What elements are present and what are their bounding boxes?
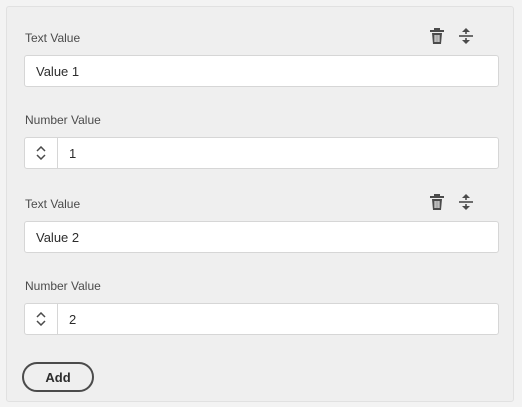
multifield-item: Text Value Number Value [7, 173, 513, 339]
move-vertical-icon[interactable] [457, 193, 475, 211]
text-value-field[interactable] [24, 221, 499, 253]
trash-icon[interactable] [428, 27, 446, 45]
number-value-stepper[interactable]: 2 [24, 303, 499, 335]
multifield-item: Text Value Number Value [7, 7, 513, 173]
number-value-field[interactable]: 2 [58, 304, 498, 334]
chevron-up-down-icon[interactable] [25, 138, 58, 168]
number-value-field[interactable]: 1 [58, 138, 498, 168]
text-value-label: Text Value [25, 197, 81, 211]
chevron-up-down-icon[interactable] [25, 304, 58, 334]
move-vertical-icon[interactable] [457, 27, 475, 45]
number-value-stepper[interactable]: 1 [24, 137, 499, 169]
number-value-label: Number Value [25, 113, 101, 127]
number-value-label: Number Value [25, 279, 101, 293]
text-value-field[interactable] [24, 55, 499, 87]
text-value-label: Text Value [25, 31, 81, 45]
multifield-panel: Text Value Number Value [6, 6, 514, 402]
add-button[interactable]: Add [22, 362, 94, 392]
trash-icon[interactable] [428, 193, 446, 211]
